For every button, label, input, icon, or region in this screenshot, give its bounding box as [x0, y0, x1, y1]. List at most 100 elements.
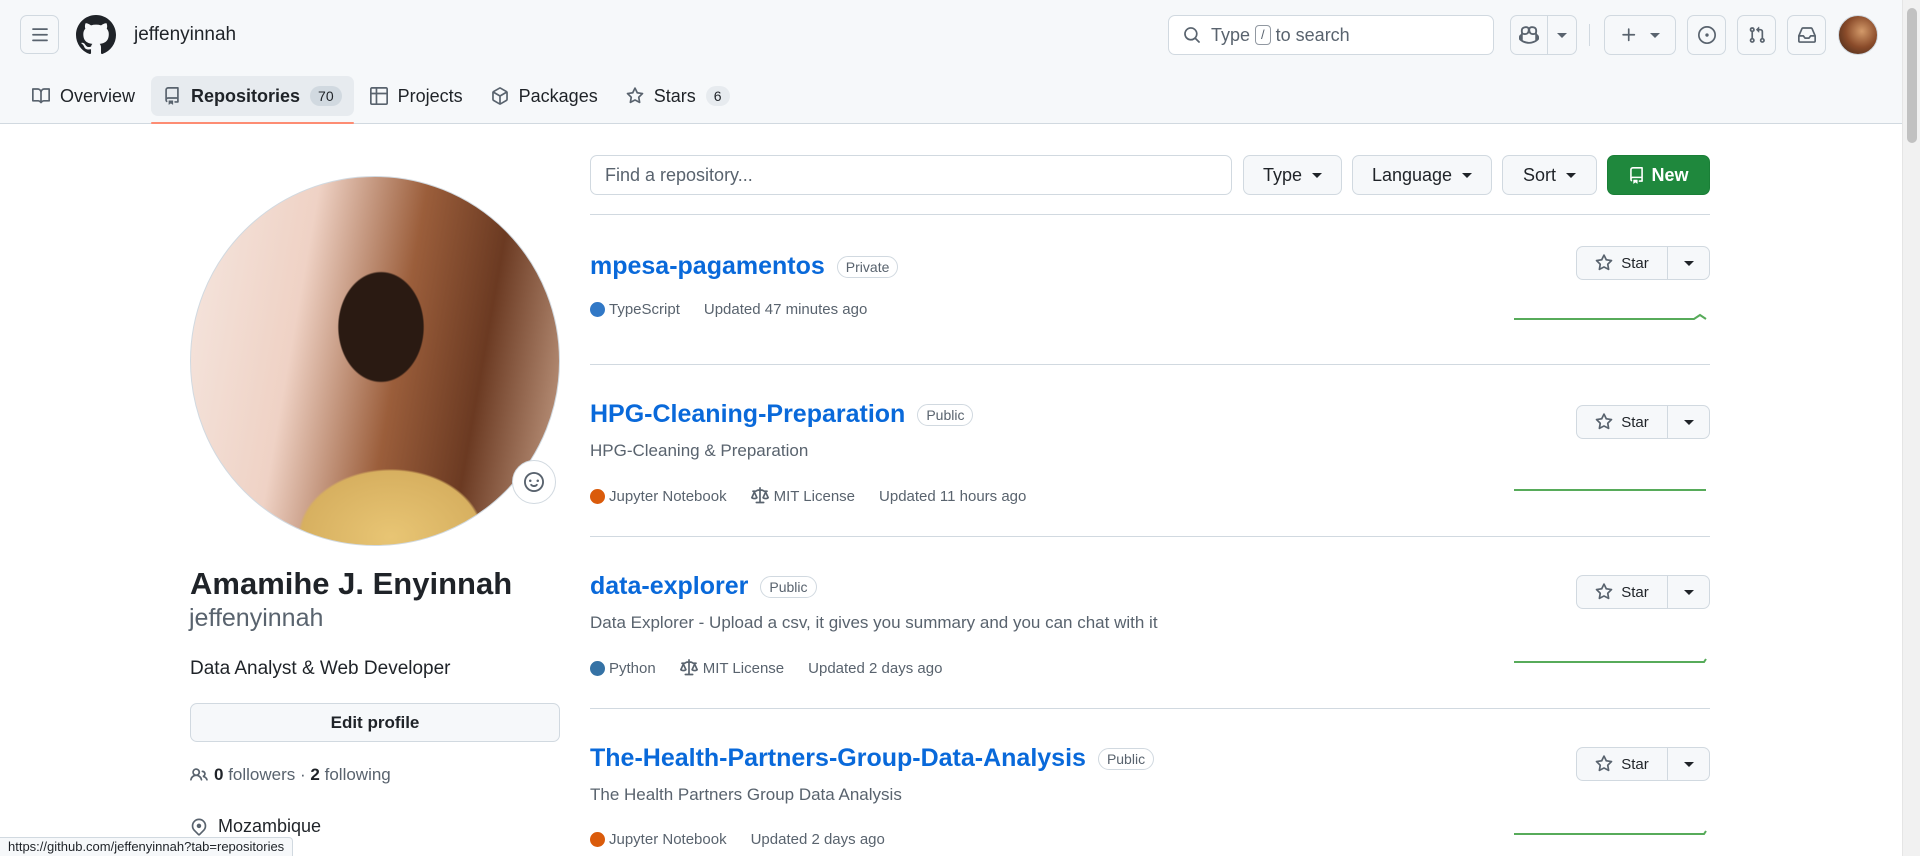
star-list-dropdown[interactable] [1668, 575, 1710, 609]
chevron-down-icon [1650, 32, 1660, 38]
repo-name-link[interactable]: HPG-Cleaning-Preparation [590, 400, 905, 429]
tab-repositories[interactable]: Repositories 70 [151, 76, 354, 124]
search-suffix: to search [1275, 24, 1350, 45]
star-list-dropdown[interactable] [1668, 405, 1710, 439]
create-new-button[interactable] [1604, 15, 1676, 55]
repo-description: The Health Partners Group Data Analysis [590, 785, 902, 804]
repo-language: Python [609, 659, 656, 677]
repo-updated: Updated 2 days ago [808, 659, 943, 677]
repo-language: Jupyter Notebook [609, 831, 727, 848]
edit-profile-button[interactable]: Edit profile [190, 703, 560, 742]
git-pull-request-icon [1749, 26, 1765, 43]
type-filter-label: Type [1262, 164, 1303, 185]
sort-button[interactable]: Sort [1502, 155, 1597, 195]
activity-sparkline [1514, 658, 1707, 663]
following-link[interactable]: 2 following [310, 765, 390, 785]
copilot-button[interactable] [1510, 15, 1548, 55]
header-username[interactable]: jeffenyinnah [134, 24, 236, 46]
profile-bio: Data Analyst & Web Developer [190, 658, 451, 679]
pull-requests-button[interactable] [1737, 15, 1776, 55]
repo-language: Jupyter Notebook [609, 487, 727, 505]
profile-login: jeffenyinnah [189, 604, 324, 632]
law-icon [679, 659, 698, 676]
repo-language: TypeScript [609, 301, 680, 318]
activity-sparkline [1514, 830, 1707, 835]
visibility-badge: Private [836, 255, 899, 278]
repo-icon [165, 87, 179, 105]
package-icon [491, 87, 508, 105]
new-repository-button[interactable]: New [1607, 155, 1710, 195]
star-button[interactable]: Star [1576, 246, 1668, 280]
chevron-down-icon [1462, 172, 1473, 178]
type-filter-button[interactable]: Type [1243, 155, 1342, 195]
visibility-badge: Public [760, 575, 817, 598]
copilot-dropdown[interactable] [1547, 15, 1577, 55]
star-button[interactable]: Star [1576, 405, 1668, 439]
menu-button[interactable] [20, 15, 59, 54]
language-color-dot [590, 660, 605, 676]
repo-updated: Updated 2 days ago [750, 831, 885, 848]
repo-updated: Updated 11 hours ago [879, 487, 1027, 505]
user-avatar-menu[interactable] [1838, 15, 1878, 55]
star-button-group: Star [1576, 246, 1710, 280]
set-status-button[interactable] [512, 460, 556, 504]
plus-icon [1622, 28, 1636, 42]
repo-license: MIT License [679, 659, 785, 677]
repo-description: HPG-Cleaning & Preparation [590, 441, 809, 460]
visibility-badge: Public [1097, 747, 1155, 770]
github-logo-icon[interactable] [76, 15, 116, 55]
repo-item: data-explorer Public Data Explorer - Upl… [590, 536, 1710, 708]
tab-packages[interactable]: Packages [479, 76, 610, 116]
link-status-bar: https://github.com/jeffenyinnah?tab=repo… [0, 837, 294, 856]
followers-label: followers [228, 765, 296, 784]
chevron-down-icon [1683, 589, 1694, 595]
repo-name-link[interactable]: The-Health-Partners-Group-Data-Analysis [590, 744, 1086, 773]
star-list-dropdown[interactable] [1668, 747, 1710, 781]
repo-name-link[interactable]: data-explorer [590, 572, 748, 601]
inbox-button[interactable] [1787, 15, 1826, 55]
license-text: MIT License [702, 659, 785, 677]
star-list-dropdown[interactable] [1668, 246, 1710, 280]
repo-description: Data Explorer - Upload a csv, it gives y… [590, 613, 1158, 632]
profile-location: Mozambique [190, 816, 321, 837]
license-text: MIT License [773, 487, 856, 505]
copilot-icon [1519, 26, 1539, 44]
repositories-count-badge: 70 [310, 86, 342, 106]
location-text: Mozambique [218, 816, 322, 836]
star-icon [1595, 413, 1613, 430]
chevron-down-icon [1683, 419, 1694, 425]
star-button[interactable]: Star [1576, 575, 1668, 609]
tab-overview[interactable]: Overview [20, 76, 147, 116]
repo-icon [1630, 166, 1644, 184]
language-color-dot [590, 302, 605, 317]
page-scrollbar[interactable] [1902, 0, 1920, 856]
language-color-dot [590, 832, 605, 847]
tab-stars[interactable]: Stars 6 [614, 76, 742, 116]
tab-projects[interactable]: Projects [358, 76, 475, 116]
sort-label: Sort [1522, 164, 1556, 185]
followers-link[interactable]: 0 followers [214, 765, 295, 785]
find-repository-input[interactable] [590, 155, 1232, 195]
language-filter-button[interactable]: Language [1352, 155, 1492, 195]
people-icon [190, 768, 208, 781]
scrollbar-thumb[interactable] [1907, 8, 1917, 143]
star-button-group: Star [1576, 747, 1710, 781]
issues-button[interactable] [1687, 15, 1726, 55]
chevron-down-icon [1557, 32, 1567, 38]
star-label: Star [1621, 254, 1649, 272]
profile-full-name: Amamihe J. Enyinnah [190, 566, 513, 601]
visibility-badge: Public [917, 403, 974, 426]
repo-item: HPG-Cleaning-Preparation Public HPG-Clea… [590, 364, 1710, 536]
chevron-down-icon [1683, 260, 1694, 266]
smiley-icon [524, 472, 544, 492]
repo-name-link[interactable]: mpesa-pagamentos [590, 252, 825, 281]
issue-opened-icon [1697, 26, 1716, 44]
star-button[interactable]: Star [1576, 747, 1668, 781]
chevron-down-icon [1566, 172, 1576, 178]
profile-avatar[interactable] [190, 176, 560, 546]
new-button-label: New [1651, 164, 1689, 185]
language-color-dot [590, 488, 605, 504]
profile-nav: Overview Repositories 70 Projects Packag… [20, 76, 746, 124]
star-button-group: Star [1576, 405, 1710, 439]
global-search[interactable]: Type / to search [1168, 15, 1494, 55]
